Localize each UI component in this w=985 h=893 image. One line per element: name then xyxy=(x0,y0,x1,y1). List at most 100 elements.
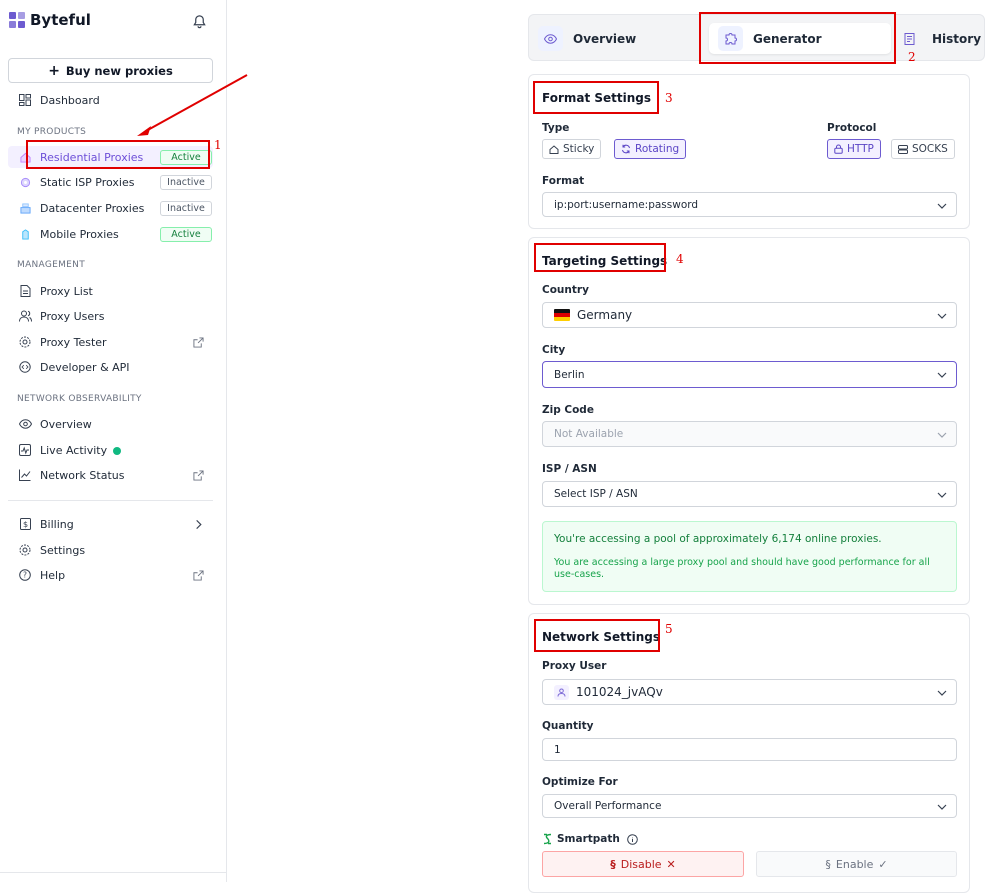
status-badge: Active xyxy=(160,226,212,242)
annotation-number-4: 4 xyxy=(676,252,684,266)
chevron-down-icon xyxy=(937,372,947,378)
quantity-label: Quantity xyxy=(542,720,594,732)
sidebar: Byteful + Buy new proxies Dashboard MY P… xyxy=(0,0,227,882)
annotation-box-2 xyxy=(699,12,896,64)
bell-icon[interactable] xyxy=(192,14,207,29)
smartpath-enable-button[interactable]: § Enable ✓ xyxy=(756,851,957,877)
sidebar-item-datacenter-proxies[interactable]: Datacenter Proxies Inactive xyxy=(8,197,213,219)
document-icon xyxy=(18,284,32,298)
protocol-option-http[interactable]: HTTP xyxy=(827,139,881,159)
sidebar-bottom-border xyxy=(0,872,227,873)
sidebar-item-help[interactable]: ? Help xyxy=(8,564,213,586)
tab-overview[interactable]: Overview xyxy=(538,23,636,54)
smartpath-icon: § xyxy=(610,857,616,871)
pool-info-box: You're accessing a pool of approximately… xyxy=(542,521,957,592)
dashboard-icon xyxy=(18,93,32,107)
smartpath-icon: § xyxy=(825,857,831,871)
code-icon xyxy=(18,360,32,374)
chevron-down-icon xyxy=(937,313,947,319)
targeting-settings-card: Targeting Settings Country Germany City … xyxy=(528,237,970,605)
sidebar-item-live-activity[interactable]: Live Activity xyxy=(8,439,213,461)
city-label: City xyxy=(542,344,566,356)
chevron-down-icon xyxy=(937,804,947,810)
eye-icon xyxy=(538,26,563,51)
optimize-for-label: Optimize For xyxy=(542,776,618,788)
refresh-icon xyxy=(622,144,630,154)
zip-code-label: Zip Code xyxy=(542,404,594,416)
smartpath-label: Smartpath xyxy=(542,833,638,845)
country-select[interactable]: Germany xyxy=(542,302,957,328)
sidebar-item-dashboard[interactable]: Dashboard xyxy=(8,89,213,111)
pool-info-title: You're accessing a pool of approximately… xyxy=(554,533,882,545)
app-logo[interactable]: Byteful xyxy=(9,11,91,29)
annotation-box-3 xyxy=(533,81,659,114)
external-link-icon xyxy=(193,336,204,348)
isp-asn-select[interactable]: Select ISP / ASN xyxy=(542,481,957,507)
user-avatar-icon xyxy=(554,684,569,700)
mobile-tower-icon xyxy=(18,227,32,241)
server-icon xyxy=(18,201,32,215)
sidebar-item-overview[interactable]: Overview xyxy=(8,413,213,435)
smartpath-disable-button[interactable]: § Disable ✕ xyxy=(542,851,744,877)
close-icon: ✕ xyxy=(666,857,676,871)
app-name: Byteful xyxy=(30,11,91,29)
billing-icon: $ xyxy=(18,517,32,531)
annotation-number-5: 5 xyxy=(665,622,673,636)
section-my-products: MY PRODUCTS xyxy=(17,127,87,137)
house-icon xyxy=(549,144,559,154)
status-badge: Inactive xyxy=(160,174,212,190)
sidebar-item-proxy-tester[interactable]: Proxy Tester xyxy=(8,331,213,353)
gear-cluster-icon xyxy=(18,175,32,189)
annotation-box-5 xyxy=(534,619,660,652)
sidebar-divider xyxy=(8,500,213,501)
users-icon xyxy=(18,309,32,323)
sidebar-item-proxy-users[interactable]: Proxy Users xyxy=(8,305,213,327)
sidebar-item-static-isp-proxies[interactable]: Static ISP Proxies Inactive xyxy=(8,171,213,193)
sidebar-item-mobile-proxies[interactable]: Mobile Proxies Active xyxy=(8,223,213,245)
type-option-rotating[interactable]: Rotating xyxy=(614,139,687,159)
section-management: MANAGEMENT xyxy=(17,260,85,270)
settings-gear-icon xyxy=(18,543,32,557)
sidebar-item-network-status[interactable]: Network Status xyxy=(8,464,213,486)
smartpath-icon xyxy=(543,833,552,845)
info-icon[interactable] xyxy=(627,833,638,845)
network-settings-card: Network Settings Proxy User 101024_jvAQv… xyxy=(528,613,970,893)
type-label: Type xyxy=(542,122,570,134)
germany-flag-icon xyxy=(554,309,570,321)
proxy-user-select[interactable]: 101024_jvAQv xyxy=(542,679,957,705)
eye-icon xyxy=(18,417,32,431)
isp-asn-label: ISP / ASN xyxy=(542,463,597,475)
zip-code-select: Not Available xyxy=(542,421,957,447)
country-label: Country xyxy=(542,284,589,296)
sidebar-item-developer-api[interactable]: Developer & API xyxy=(8,356,213,378)
chevron-down-icon xyxy=(937,492,947,498)
format-select[interactable]: ip:port:username:password xyxy=(542,192,957,217)
svg-text:$: $ xyxy=(22,520,27,529)
protocol-option-socks[interactable]: SOCKS xyxy=(891,139,955,159)
history-document-icon xyxy=(897,26,922,51)
server-icon xyxy=(898,144,908,154)
buy-new-proxies-button[interactable]: + Buy new proxies xyxy=(8,58,213,83)
optimize-for-select[interactable]: Overall Performance xyxy=(542,794,957,818)
plus-icon: + xyxy=(48,62,60,79)
annotation-box-1 xyxy=(26,140,210,169)
activity-icon xyxy=(18,443,32,457)
svg-text:?: ? xyxy=(23,571,27,580)
type-option-sticky[interactable]: Sticky xyxy=(542,139,602,159)
external-link-icon xyxy=(193,569,204,581)
annotation-number-3: 3 xyxy=(665,91,673,105)
gear-icon xyxy=(18,335,32,349)
quantity-input[interactable]: 1 xyxy=(542,738,957,761)
format-label: Format xyxy=(542,175,585,187)
proxy-user-label: Proxy User xyxy=(542,660,607,672)
line-chart-icon xyxy=(18,468,32,482)
sidebar-item-settings[interactable]: Settings xyxy=(8,539,213,561)
sidebar-item-billing[interactable]: $ Billing xyxy=(8,513,213,535)
pool-info-text: You are accessing a large proxy pool and… xyxy=(554,557,930,580)
protocol-label: Protocol xyxy=(827,122,877,134)
annotation-number-1: 1 xyxy=(214,138,222,152)
external-link-icon xyxy=(193,469,204,481)
sidebar-item-proxy-list[interactable]: Proxy List xyxy=(8,280,213,302)
city-select[interactable]: Berlin xyxy=(542,361,957,388)
live-activity-label: Live Activity xyxy=(40,443,108,457)
